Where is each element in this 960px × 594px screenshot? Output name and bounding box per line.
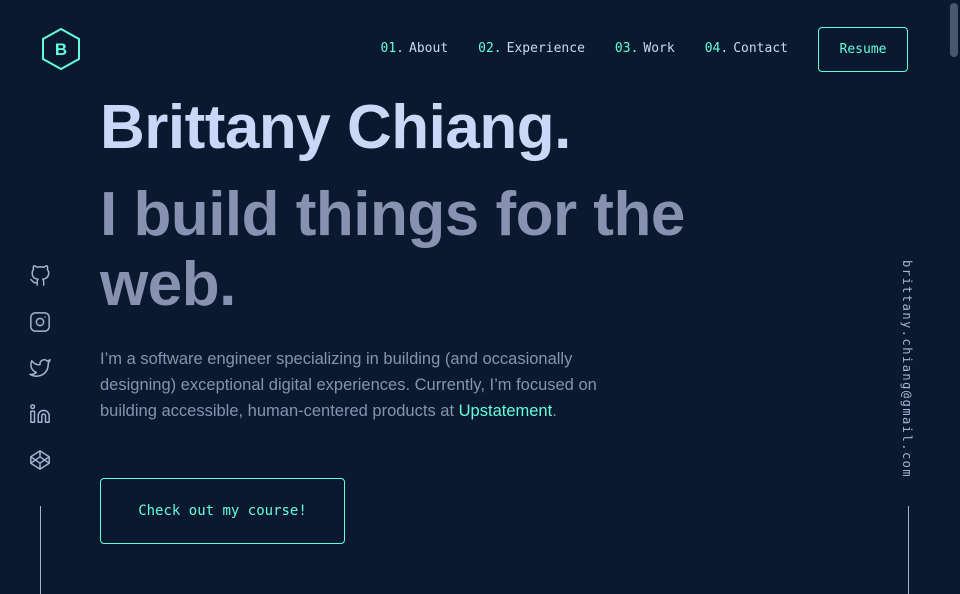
linkedin-icon[interactable] — [28, 403, 52, 427]
hero-tagline: I build things for the web. — [100, 180, 685, 319]
upstatement-link[interactable]: Upstatement — [459, 402, 553, 420]
codepen-icon[interactable] — [28, 449, 52, 473]
hexagon-logo-icon: B — [42, 27, 80, 71]
social-links — [28, 264, 52, 495]
nav-item-experience[interactable]: 02. Experience — [478, 41, 585, 56]
github-icon[interactable] — [28, 265, 52, 289]
intro-period: . — [552, 402, 557, 420]
hero-name: Brittany Chiang. — [100, 93, 571, 162]
nav-item-work[interactable]: 03. Work — [615, 41, 675, 56]
nav-item-number: 01. — [380, 41, 405, 56]
svg-text:B: B — [55, 40, 67, 59]
nav-item-label: Contact — [733, 41, 788, 56]
email-link[interactable]: brittany.chiang@gmail.com — [900, 260, 914, 478]
nav-item-number: 03. — [614, 41, 639, 56]
social-divider-line — [40, 506, 41, 594]
resume-button[interactable]: Resume — [818, 27, 908, 72]
nav-item-about[interactable]: 01. About — [381, 41, 449, 56]
nav-item-number: 02. — [478, 41, 502, 56]
logo[interactable]: B — [40, 27, 82, 71]
nav-item-label: Work — [643, 41, 675, 56]
course-button[interactable]: Check out my course! — [100, 478, 345, 544]
nav-item-label: Experience — [506, 41, 585, 56]
scrollbar-thumb[interactable] — [950, 3, 958, 57]
nav-item-label: About — [409, 41, 449, 56]
hero-intro: I’m a software engineer specializing in … — [100, 346, 640, 424]
nav-item-number: 04. — [704, 41, 729, 56]
twitter-icon[interactable] — [28, 357, 52, 381]
nav-item-contact[interactable]: 04. Contact — [705, 41, 788, 56]
email-divider-line — [908, 506, 909, 594]
main-nav: 01. About 02. Experience 03. Work 04. Contac… — [351, 41, 788, 56]
instagram-icon[interactable] — [28, 311, 52, 335]
